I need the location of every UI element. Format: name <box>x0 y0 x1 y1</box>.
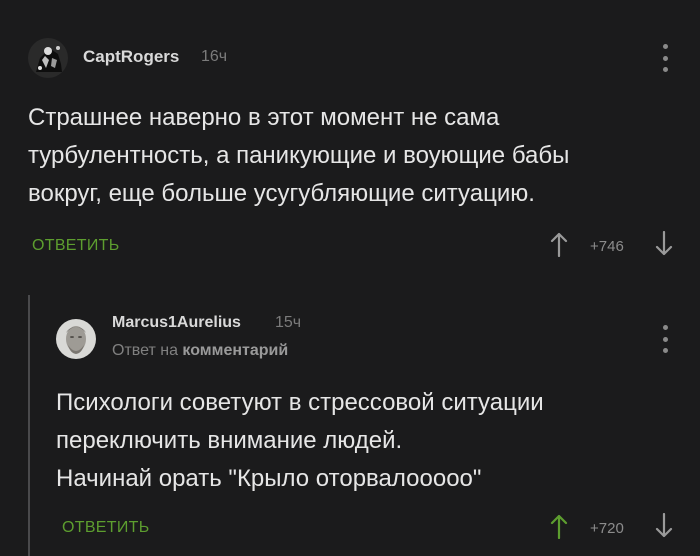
avatar[interactable] <box>56 319 96 359</box>
avatar[interactable] <box>28 38 68 78</box>
comment-text: Психологи советуют в стрессовой ситуации… <box>56 384 544 498</box>
username[interactable]: CaptRogers <box>83 47 179 67</box>
comment-text-line: турбулентность, а паникующие и воующие б… <box>28 142 570 169</box>
reply-to-link[interactable]: комментарий <box>182 342 288 359</box>
more-vertical-icon[interactable] <box>660 44 670 72</box>
username[interactable]: Marcus1Aurelius <box>112 314 241 332</box>
arrow-up-icon[interactable] <box>549 513 569 544</box>
rating: +746 <box>590 238 624 255</box>
timestamp: 16ч <box>201 48 228 65</box>
comment-text-line: вокруг, еще больше усугубляющие ситуацию… <box>28 180 535 207</box>
comment-text: Страшнее наверно в этот момент не сама т… <box>28 99 569 213</box>
arrow-down-icon[interactable] <box>654 512 674 544</box>
rating: +720 <box>590 520 624 537</box>
arrow-up-icon[interactable] <box>549 231 569 262</box>
comment-text-line: переключить внимание людей. <box>56 427 403 454</box>
reply-button[interactable]: ОТВЕТИТЬ <box>32 237 120 255</box>
comment-text-line: Начинай орать "Крыло оторвалооооо" <box>56 465 482 492</box>
comment-text-line: Психологи советуют в стрессовой ситуации <box>56 389 544 416</box>
comment-text-line: Страшнее наверно в этот момент не сама <box>28 104 500 131</box>
comment-reply: Marcus1Aurelius 15ч Ответ на комментарий… <box>0 285 700 556</box>
arrow-down-icon[interactable] <box>654 230 674 262</box>
reply-to-prefix: Ответ на <box>112 342 178 359</box>
reply-button[interactable]: ОТВЕТИТЬ <box>62 519 150 537</box>
comment: CaptRogers 16ч Страшнее наверно в этот м… <box>0 0 700 285</box>
reply-to: Ответ на комментарий <box>112 342 288 360</box>
more-vertical-icon[interactable] <box>660 325 670 353</box>
timestamp: 15ч <box>275 314 302 331</box>
